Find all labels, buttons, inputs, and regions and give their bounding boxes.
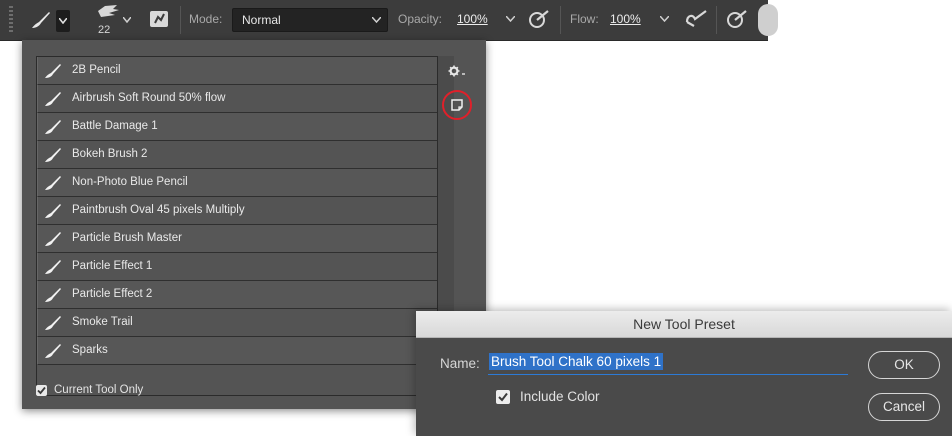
brush-icon xyxy=(45,260,61,274)
list-item[interactable]: Particle Effect 2 xyxy=(37,281,437,309)
separator xyxy=(716,6,717,34)
preset-label: Bokeh Brush 2 xyxy=(72,148,148,160)
brush-icon xyxy=(45,344,61,358)
brush-size-value: 22 xyxy=(98,24,111,36)
options-bar: 22 Mode: Normal Opacity: 100% Flow: 100% xyxy=(0,0,778,41)
name-label: Name: xyxy=(440,356,480,371)
brush-icon xyxy=(45,204,61,218)
opacity-label: Opacity: xyxy=(398,12,443,26)
preset-label: Paintbrush Oval 45 pixels Multiply xyxy=(72,204,245,216)
gear-menu-icon[interactable] xyxy=(448,65,466,77)
list-item[interactable]: Particle Effect 1 xyxy=(37,253,437,281)
brush-icon xyxy=(45,176,61,190)
airbrush-icon[interactable] xyxy=(684,9,708,29)
brush-icon xyxy=(45,232,61,246)
name-input-value: Brush Tool Chalk 60 pixels 1 xyxy=(489,353,664,370)
checkmark-icon xyxy=(498,392,508,402)
pressure-opacity-icon[interactable] xyxy=(528,9,550,29)
mode-value: Normal xyxy=(242,13,281,27)
list-item[interactable]: 2B Pencil xyxy=(37,57,437,85)
brush-icon xyxy=(45,92,61,106)
brush-icon xyxy=(45,316,61,330)
preset-label: Particle Effect 1 xyxy=(72,260,153,272)
preset-label: Non-Photo Blue Pencil xyxy=(72,176,188,188)
pressure-size-icon[interactable] xyxy=(726,9,748,29)
list-item[interactable]: Smoke Trail xyxy=(37,309,437,337)
name-input[interactable]: Brush Tool Chalk 60 pixels 1 xyxy=(488,352,848,375)
list-item[interactable]: Battle Damage 1 xyxy=(37,113,437,141)
list-item[interactable]: Non-Photo Blue Pencil xyxy=(37,169,437,197)
dialog-titlebar[interactable]: New Tool Preset xyxy=(416,311,952,338)
list-item[interactable]: Sparks xyxy=(37,337,437,365)
dialog-title: New Tool Preset xyxy=(633,316,735,332)
preset-label: Particle Brush Master xyxy=(72,232,182,244)
brush-preset-picker[interactable]: 22 xyxy=(92,3,136,37)
tool-preset-list: 2B Pencil Airbrush Soft Round 50% flow B… xyxy=(36,56,438,396)
cancel-button[interactable]: Cancel xyxy=(868,393,940,421)
brush-icon xyxy=(45,64,61,78)
tool-preset-dropdown[interactable] xyxy=(56,10,70,32)
include-color-label: Include Color xyxy=(520,389,600,404)
create-new-tool-preset-button[interactable] xyxy=(442,90,472,120)
checkmark-icon xyxy=(37,386,46,395)
brush-icon xyxy=(45,288,61,302)
opacity-dropdown-icon[interactable] xyxy=(506,16,515,22)
current-tool-only-label: Current Tool Only xyxy=(54,384,144,396)
separator xyxy=(560,6,561,34)
flow-value[interactable]: 100% xyxy=(610,12,641,26)
preset-label: Sparks xyxy=(72,344,108,356)
flow-dropdown-icon[interactable] xyxy=(660,16,669,22)
brush-panel-icon xyxy=(150,11,168,27)
brush-icon xyxy=(45,120,61,134)
list-item[interactable]: Bokeh Brush 2 xyxy=(37,141,437,169)
mode-select[interactable]: Normal xyxy=(232,8,388,32)
chevron-down-icon xyxy=(123,17,131,23)
preset-label: Airbrush Soft Round 50% flow xyxy=(72,92,226,104)
list-item[interactable]: Airbrush Soft Round 50% flow xyxy=(37,85,437,113)
opacity-value[interactable]: 100% xyxy=(457,12,488,26)
mode-label: Mode: xyxy=(189,12,223,26)
preset-label: Particle Effect 2 xyxy=(72,288,153,300)
toolbar-grip[interactable] xyxy=(9,6,13,34)
ok-button[interactable]: OK xyxy=(868,351,940,379)
brush-icon xyxy=(45,148,61,162)
flow-label: Flow: xyxy=(570,12,599,26)
brush-settings-panel-toggle[interactable] xyxy=(149,10,169,28)
checkbox[interactable] xyxy=(496,390,510,404)
brush-tip-icon xyxy=(98,5,119,17)
brush-tool-icon xyxy=(32,12,50,28)
preset-label: Smoke Trail xyxy=(72,316,133,328)
preset-label: 2B Pencil xyxy=(72,64,121,76)
list-item[interactable]: Particle Brush Master xyxy=(37,225,437,253)
chevron-down-icon xyxy=(59,18,67,24)
preset-label: Battle Damage 1 xyxy=(72,120,158,132)
options-bar-edge xyxy=(758,4,778,36)
new-tool-preset-dialog: New Tool Preset Name: Brush Tool Chalk 6… xyxy=(416,311,952,436)
new-preset-icon xyxy=(451,99,463,111)
tool-preset-picker[interactable] xyxy=(22,5,74,35)
separator xyxy=(180,6,181,34)
chevron-down-icon xyxy=(372,17,381,23)
list-item[interactable]: Paintbrush Oval 45 pixels Multiply xyxy=(37,197,437,225)
checkbox[interactable] xyxy=(36,385,47,396)
